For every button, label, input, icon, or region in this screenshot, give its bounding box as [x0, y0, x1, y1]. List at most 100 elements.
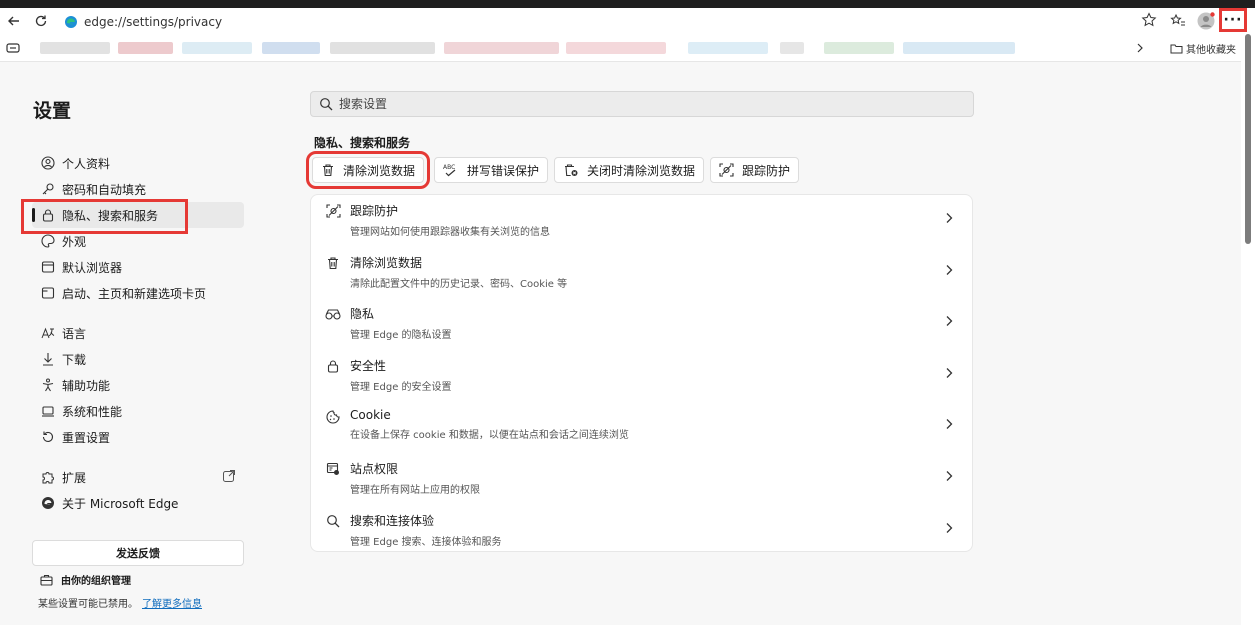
row-clear-browsing-data[interactable]: 清除浏览数据 清除此配置文件中的历史记录、密码、Cookie 等 — [311, 247, 972, 299]
back-arrow-icon — [8, 16, 19, 26]
key-icon — [40, 181, 56, 197]
chevron-right-icon — [946, 316, 953, 327]
row-cookie[interactable]: Cookie 在设备上保存 cookie 和数据，以便在站点和会话之间连续浏览 — [311, 401, 972, 453]
row-subtitle: 在设备上保存 cookie 和数据，以便在站点和会话之间连续浏览 — [350, 430, 629, 442]
sidebar-item-label: 辅助功能 — [62, 378, 111, 393]
row-subtitle: 管理在所有网站上应用的权限 — [350, 484, 480, 496]
sidebar-item-accessibility[interactable]: 辅助功能 — [32, 372, 244, 398]
favorite-item[interactable] — [824, 42, 894, 54]
sidebar-item-profile[interactable]: 个人资料 — [32, 150, 244, 176]
favorite-item[interactable] — [182, 42, 252, 54]
learn-more-link[interactable]: 了解更多信息 — [142, 599, 202, 610]
favorite-item[interactable] — [688, 42, 768, 54]
row-title: Cookie — [350, 408, 391, 423]
tracking-prevention-chip[interactable]: 跟踪防护 — [710, 157, 800, 183]
other-favorites[interactable]: 其他收藏夹 — [1170, 41, 1236, 56]
browser-icon — [40, 259, 56, 275]
search-input[interactable] — [339, 97, 939, 111]
scrollbar-thumb[interactable] — [1245, 34, 1251, 244]
sidebar-item-label: 下载 — [62, 352, 87, 367]
back-button[interactable] — [4, 11, 24, 31]
favorite-item[interactable] — [780, 42, 804, 54]
search-icon — [320, 98, 333, 111]
browser-toolbar: edge://settings/privacy ··· — [0, 8, 1255, 34]
favorite-item[interactable] — [903, 42, 1015, 54]
sidebar-item-system[interactable]: 系统和性能 — [32, 398, 244, 424]
sidebar-item-reset[interactable]: 重置设置 — [32, 424, 244, 450]
org-note-text: 某些设置可能已禁用。 — [38, 599, 138, 610]
chip-label: 跟踪防护 — [742, 163, 791, 178]
row-site-permissions[interactable]: 站点权限管理在所有网站上应用的权限 — [311, 453, 972, 505]
reset-icon — [40, 429, 56, 445]
row-security[interactable]: 安全性 管理 Edge 的安全设置 — [311, 350, 972, 402]
row-tracking-prevention[interactable]: 跟踪防护 管理网站如何使用跟踪器收集有关浏览的信息 — [311, 195, 972, 247]
trash-x-icon — [565, 164, 578, 177]
clear-browsing-data-chip[interactable]: 清除浏览数据 — [305, 151, 431, 189]
settings-page: 设置 个人资料 密码和自动填充 隐私、搜索和服务 外观 默认浏览器 启动、主页和… — [0, 62, 1241, 625]
row-title: 隐私 — [350, 307, 375, 322]
section-title: 隐私、搜索和服务 — [314, 136, 411, 150]
external-link-icon — [223, 470, 235, 482]
row-search-services[interactable]: 搜索和连接体验 管理 Edge 搜索、连接体验和服务 — [311, 505, 972, 557]
trash-icon — [323, 164, 333, 177]
favorite-item[interactable] — [330, 42, 435, 54]
sidebar-item-about[interactable]: 关于 Microsoft Edge — [32, 490, 244, 516]
chip-label: 清除浏览数据 — [343, 163, 416, 178]
refresh-button[interactable] — [31, 11, 51, 31]
profile-button[interactable] — [1195, 10, 1217, 32]
person-icon — [40, 155, 56, 171]
more-menu-button[interactable]: ··· — [1219, 8, 1247, 32]
row-title: 站点权限 — [350, 461, 399, 476]
ellipsis-icon: ··· — [1223, 12, 1243, 28]
edge-icon — [40, 495, 56, 511]
sidebar-item-language[interactable]: 语言 — [32, 320, 244, 346]
row-privacy[interactable]: 隐私管理 Edge 的隐私设置 — [311, 298, 972, 350]
window-top-strip — [0, 0, 1255, 8]
favorite-item[interactable] — [566, 42, 666, 54]
quick-actions: 清除浏览数据 ABC 拼写错误保护 关闭时清除浏览数据 跟踪防护 — [305, 151, 800, 189]
page-scrollbar[interactable] — [1241, 34, 1255, 625]
favorite-item[interactable] — [262, 42, 320, 54]
sidebar-item-label: 重置设置 — [62, 430, 111, 445]
row-subtitle: 管理 Edge 搜索、连接体验和服务 — [350, 536, 502, 548]
sidebar-item-label: 外观 — [62, 234, 87, 249]
search-icon — [324, 512, 342, 530]
svg-text:ABC: ABC — [443, 164, 455, 171]
typo-protection-chip[interactable]: ABC 拼写错误保护 — [434, 157, 549, 183]
chevron-right-icon[interactable] — [1135, 43, 1145, 53]
favorite-item[interactable] — [118, 42, 173, 54]
edge-logo-icon — [65, 15, 77, 28]
clear-on-close-chip[interactable]: 关闭时清除浏览数据 — [554, 157, 705, 183]
trash-icon — [324, 254, 342, 272]
tracking-icon — [324, 202, 342, 220]
row-title: 清除浏览数据 — [350, 255, 423, 270]
address-bar[interactable]: edge://settings/privacy — [58, 11, 1163, 32]
send-feedback-button[interactable]: 发送反馈 — [32, 540, 244, 566]
refresh-icon — [35, 15, 47, 27]
search-settings[interactable] — [310, 91, 974, 117]
glasses-icon — [324, 305, 342, 323]
collections-icon[interactable] — [6, 42, 20, 54]
sidebar-item-downloads[interactable]: 下载 — [32, 346, 244, 372]
briefcase-icon — [40, 574, 53, 586]
chevron-right-icon — [946, 522, 953, 533]
permissions-icon — [324, 460, 342, 478]
favorite-star-icon[interactable] — [1141, 12, 1157, 28]
sidebar-item-extensions[interactable]: 扩展 — [32, 464, 244, 490]
favorites-button[interactable] — [1168, 10, 1188, 32]
cookie-icon — [324, 408, 342, 426]
row-title: 安全性 — [350, 358, 387, 373]
sidebar-item-label: 扩展 — [62, 470, 87, 485]
favorite-item[interactable] — [40, 42, 110, 54]
sidebar-item-label: 个人资料 — [62, 156, 111, 171]
org-note: 某些设置可能已禁用。 了解更多信息 — [38, 595, 202, 610]
sidebar-item-label: 密码和自动填充 — [62, 182, 147, 197]
language-icon — [40, 325, 56, 341]
row-subtitle: 管理 Edge 的隐私设置 — [350, 330, 452, 342]
download-icon — [40, 351, 56, 367]
palette-icon — [40, 233, 56, 249]
sidebar-item-start[interactable]: 启动、主页和新建选项卡页 — [32, 280, 244, 306]
sidebar-item-default-browser[interactable]: 默认浏览器 — [32, 254, 244, 280]
favorite-item[interactable] — [444, 42, 559, 54]
